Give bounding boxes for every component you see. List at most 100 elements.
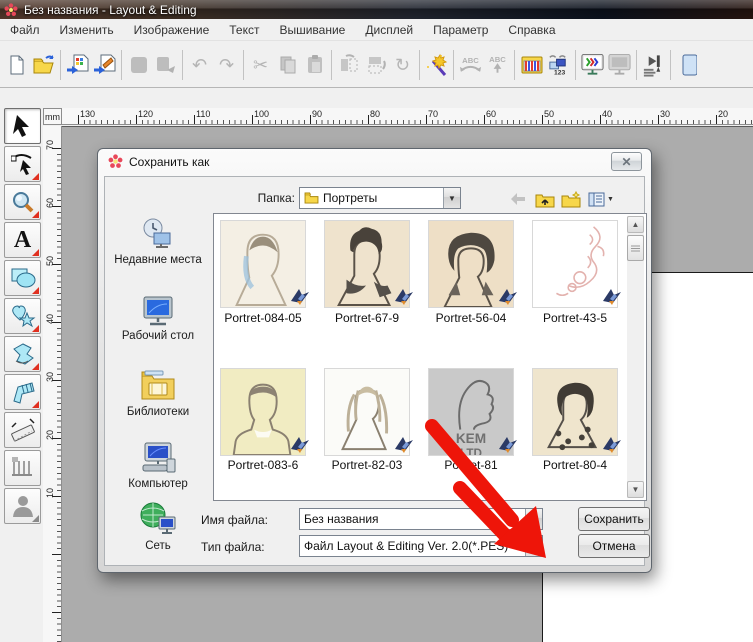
menu-item-edit[interactable]: Изменить <box>50 20 124 40</box>
file-thumbnail[interactable] <box>220 220 306 308</box>
import-design-button[interactable] <box>64 49 91 81</box>
ruler-label: 10 <box>45 483 55 503</box>
view-menu-button[interactable]: ▼ <box>585 189 617 209</box>
ruler-label: 20 <box>718 109 728 119</box>
rotate-button-disabled[interactable]: ↻ <box>389 49 416 81</box>
sewing-simulator-button[interactable] <box>640 49 667 81</box>
file-thumbnail[interactable] <box>324 220 410 308</box>
measure-tool[interactable] <box>4 412 41 448</box>
stitch-view-button-disabled[interactable] <box>606 49 633 81</box>
file-thumbnail[interactable] <box>428 220 514 308</box>
dropdown-arrow-icon[interactable]: ▼ <box>525 509 542 529</box>
sidebar-item-desktop[interactable]: Рабочий стол <box>108 295 208 342</box>
save-icon <box>128 54 150 76</box>
paste-icon <box>304 54 326 76</box>
ruler-label: 70 <box>428 109 438 119</box>
open-file-button[interactable] <box>30 49 57 81</box>
scroll-up-button[interactable]: ▲ <box>627 216 644 233</box>
magic-wand-button[interactable] <box>423 49 450 81</box>
dropdown-arrow-icon[interactable]: ▼ <box>525 536 542 556</box>
save-button-disabled[interactable] <box>125 49 152 81</box>
text-fit-button-disabled[interactable]: ABC <box>484 49 511 81</box>
stitch-attributes-tool[interactable] <box>4 450 41 486</box>
file-list-scrollbar[interactable]: ▲ ▼ <box>627 216 644 498</box>
thread-palette-icon <box>520 54 544 76</box>
fan-shape-tool[interactable] <box>4 374 41 410</box>
scrollbar-thumb[interactable] <box>627 235 644 261</box>
save-button[interactable]: Сохранить <box>578 507 650 531</box>
close-button[interactable]: ✕ <box>611 152 642 171</box>
file-thumbnail[interactable] <box>324 368 410 456</box>
dialog-body: Папка: Портреты ▼ ▼ Недавние места Рабоч… <box>104 176 645 566</box>
undo-button-disabled[interactable]: ↶ <box>186 49 213 81</box>
dialog-title: Сохранить как <box>129 155 209 169</box>
filename-combobox[interactable]: Без названия ▼ <box>299 508 543 530</box>
folder-icon <box>304 192 319 204</box>
new-document-button[interactable] <box>3 49 30 81</box>
ruler-label: 90 <box>312 109 322 119</box>
thread-palette-button[interactable] <box>518 49 545 81</box>
arc-text-button-disabled[interactable]: ABC <box>457 49 484 81</box>
menu-item-option[interactable]: Параметр <box>423 20 498 40</box>
file-name[interactable]: Portret-43-5 <box>526 311 624 325</box>
menu-item-file[interactable]: Файл <box>0 20 50 40</box>
portrait-tool[interactable] <box>4 488 41 524</box>
sidebar-item-libraries[interactable]: Библиотеки <box>108 367 208 418</box>
toolbar-separator <box>121 50 122 80</box>
back-button-disabled[interactable] <box>507 189 529 209</box>
embroidery-bird-icon <box>393 434 415 459</box>
star-heart-shapes-tool[interactable] <box>4 298 41 334</box>
redo-icon: ↷ <box>219 56 234 74</box>
file-name[interactable]: Portret-82-03 <box>318 458 416 472</box>
select-tool[interactable] <box>4 108 41 144</box>
dropdown-arrow-icon[interactable]: ▼ <box>443 188 460 208</box>
menu-item-display[interactable]: Дисплей <box>355 20 423 40</box>
select-arrow-icon <box>12 114 34 138</box>
flyout-marker <box>32 515 39 522</box>
menu-item-image[interactable]: Изображение <box>124 20 220 40</box>
menu-item-sew[interactable]: Вышивание <box>269 20 355 40</box>
ruler-label: 80 <box>370 109 380 119</box>
zoom-tool[interactable] <box>4 184 41 220</box>
rotate-icon: ↻ <box>395 56 410 74</box>
partial-edge-button[interactable] <box>674 49 701 81</box>
text-tool[interactable]: A <box>4 222 41 258</box>
file-name[interactable]: Portret-67-9 <box>318 311 416 325</box>
freeform-shape-tool[interactable] <box>4 336 41 372</box>
flip-horizontal-button-disabled[interactable] <box>335 49 362 81</box>
new-folder-button[interactable] <box>560 189 582 209</box>
file-name[interactable]: Portret-81 <box>422 458 520 472</box>
realistic-view-button[interactable] <box>579 49 606 81</box>
filetype-combobox[interactable]: Файл Layout & Editing Ver. 2.0(*.PES) ▼ <box>299 535 543 557</box>
file-thumbnail[interactable] <box>532 368 618 456</box>
new-folder-icon <box>561 191 581 208</box>
file-name[interactable]: Portret-56-04 <box>422 311 520 325</box>
file-thumbnail[interactable] <box>532 220 618 308</box>
file-thumbnail[interactable] <box>220 368 306 456</box>
import-image-button[interactable] <box>91 49 118 81</box>
flip-vertical-icon <box>365 54 387 76</box>
copy-button-disabled[interactable] <box>274 49 301 81</box>
shapes-tool[interactable] <box>4 260 41 296</box>
measure-icon <box>10 417 36 443</box>
menu-item-text[interactable]: Текст <box>219 20 269 40</box>
sidebar-item-network[interactable]: Сеть <box>108 501 208 552</box>
folder-up-button[interactable] <box>534 189 556 209</box>
sidebar-item-computer[interactable]: Компьютер <box>108 441 208 490</box>
folder-combobox[interactable]: Портреты ▼ <box>299 187 461 209</box>
sidebar-item-recent-places[interactable]: Недавние места <box>108 217 208 266</box>
menu-item-help[interactable]: Справка <box>498 20 565 40</box>
scroll-down-button[interactable]: ▼ <box>627 481 644 498</box>
cancel-button[interactable]: Отмена <box>578 534 650 558</box>
paste-button-disabled[interactable] <box>301 49 328 81</box>
file-name[interactable]: Portret-083-6 <box>214 458 312 472</box>
file-name[interactable]: Portret-80-4 <box>526 458 624 472</box>
cut-button-disabled[interactable]: ✂ <box>247 49 274 81</box>
point-edit-tool[interactable] <box>4 146 41 182</box>
flip-vertical-button-disabled[interactable] <box>362 49 389 81</box>
file-name[interactable]: Portret-084-05 <box>214 311 312 325</box>
sewing-order-button[interactable]: 123 <box>545 49 572 81</box>
redo-button-disabled[interactable]: ↷ <box>213 49 240 81</box>
file-thumbnail[interactable]: KEMLTD <box>428 368 514 456</box>
write-card-button-disabled[interactable] <box>152 49 179 81</box>
